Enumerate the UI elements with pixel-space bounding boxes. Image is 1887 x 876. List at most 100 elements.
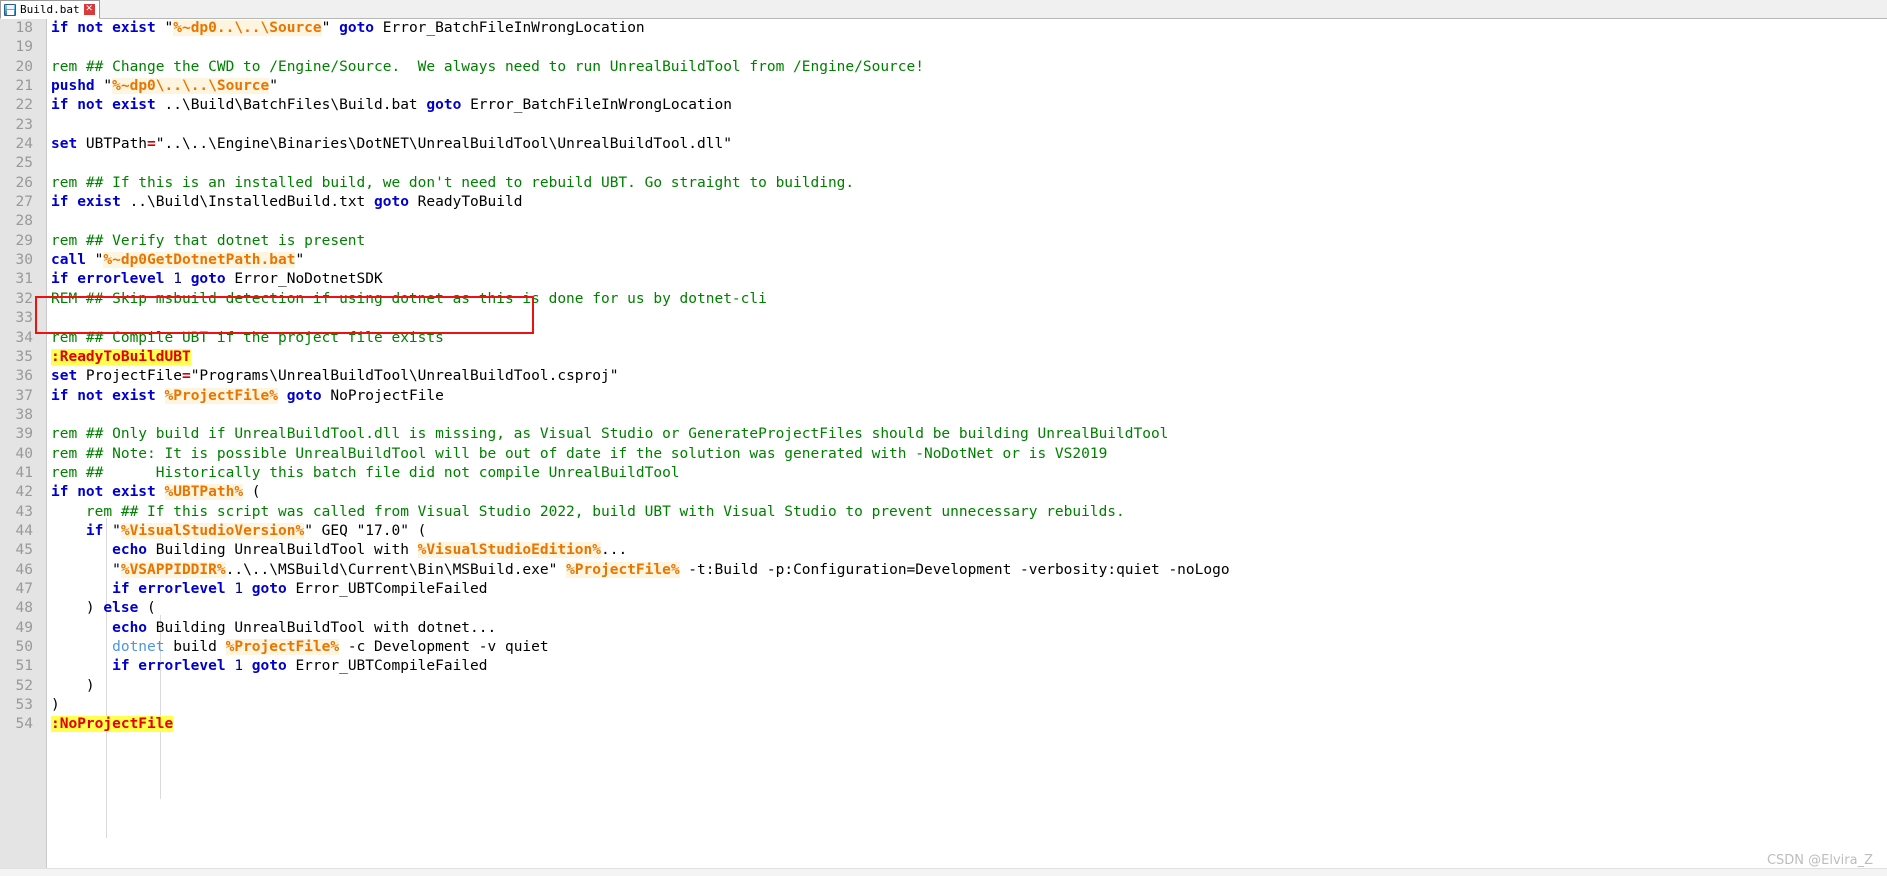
code-line[interactable]: 28 xyxy=(0,212,1887,231)
token-kw: goto xyxy=(374,194,418,211)
code-line[interactable]: 45 echo Building UnrealBuildTool with %V… xyxy=(0,541,1887,560)
code-line[interactable]: 38 xyxy=(0,406,1887,425)
token-plain: ..\Build\InstalledBuild.txt xyxy=(129,194,375,211)
code-line[interactable]: 32 REM ## Skip msbuild detection if using… xyxy=(0,290,1887,309)
code-line[interactable]: 21 pushd "%~dp0\..\..\Source" xyxy=(0,77,1887,96)
line-source[interactable]: ) xyxy=(40,677,1887,696)
line-source[interactable]: if not exist %UBTPath% ( xyxy=(40,483,1887,502)
line-source[interactable]: if not exist %ProjectFile% goto NoProjec… xyxy=(40,387,1887,406)
code-line[interactable]: 19 xyxy=(0,38,1887,57)
code-line[interactable]: 29 rem ## Verify that dotnet is present xyxy=(0,232,1887,251)
line-source[interactable]: rem ## Historically this batch file did … xyxy=(40,464,1887,483)
line-source[interactable]: rem ## If this script was called from Vi… xyxy=(40,503,1887,522)
code-line[interactable]: 27 if exist ..\Build\InstalledBuild.txt g… xyxy=(0,193,1887,212)
token-op: = xyxy=(147,136,156,153)
token-var: %UBTPath% xyxy=(164,484,244,501)
token-cmt: rem ## Change the CWD to /Engine/Source.… xyxy=(51,58,924,75)
code-line[interactable]: 26 rem ## If this is an installed build, … xyxy=(0,174,1887,193)
code-content[interactable]: 18 if not exist "%~dp0..\..\Source" goto … xyxy=(0,19,1887,735)
line-source[interactable]: echo Building UnrealBuildTool with %Visu… xyxy=(40,541,1887,560)
code-line[interactable]: 46 "%VSAPPIDDIR%..\..\MSBuild\Current\Bi… xyxy=(0,561,1887,580)
code-line[interactable]: 34 rem ## Compile UBT if the project file… xyxy=(0,329,1887,348)
code-editor[interactable]: 18 if not exist "%~dp0..\..\Source" goto … xyxy=(0,19,1887,876)
line-source[interactable]: if not exist "%~dp0..\..\Source" goto Er… xyxy=(40,19,1887,38)
code-line[interactable]: 48 ) else ( xyxy=(0,599,1887,618)
line-source[interactable]: if errorlevel 1 goto Error_UBTCompileFai… xyxy=(40,657,1887,676)
line-source[interactable]: if exist ..\Build\InstalledBuild.txt got… xyxy=(40,193,1887,212)
token-plain: ProjectFile xyxy=(85,368,182,385)
code-line[interactable]: 35:ReadyToBuildUBT xyxy=(0,348,1887,367)
code-line[interactable]: 47 if errorlevel 1 goto Error_UBTCompile… xyxy=(0,580,1887,599)
code-line[interactable]: 30 call "%~dp0GetDotnetPath.bat" xyxy=(0,251,1887,270)
line-source[interactable]: set ProjectFile="Programs\UnrealBuildToo… xyxy=(40,367,1887,386)
code-line[interactable]: 36 set ProjectFile="Programs\UnrealBuildT… xyxy=(0,367,1887,386)
horizontal-scrollbar[interactable] xyxy=(0,868,1887,876)
line-number: 26 xyxy=(15,174,33,191)
code-line[interactable]: 52 ) xyxy=(0,677,1887,696)
token-num: 1 xyxy=(234,580,252,597)
code-line[interactable]: 40 rem ## Note: It is possible UnrealBuil… xyxy=(0,445,1887,464)
token-plain: " xyxy=(321,20,340,36)
token-var: %ProjectFile% xyxy=(164,387,278,404)
code-line[interactable]: 44 if "%VisualStudioVersion%" GEQ "17.0"… xyxy=(0,522,1887,541)
code-line[interactable]: 41 rem ## Historically this batch file di… xyxy=(0,464,1887,483)
line-source[interactable]: echo Building UnrealBuildTool with dotne… xyxy=(40,619,1887,638)
code-line[interactable]: 23 xyxy=(0,116,1887,135)
line-source[interactable]: if "%VisualStudioVersion%" GEQ "17.0" ( xyxy=(40,522,1887,541)
line-number: 52 xyxy=(15,677,33,694)
code-line[interactable]: 39 rem ## Only build if UnrealBuildTool.d… xyxy=(0,425,1887,444)
line-source[interactable]: :ReadyToBuildUBT xyxy=(40,348,1887,367)
token-cmt: REM ## Skip msbuild detection if using d… xyxy=(51,290,767,307)
token-kw: if errorlevel xyxy=(112,658,235,675)
line-source[interactable]: rem ## Note: It is possible UnrealBuildT… xyxy=(40,445,1887,464)
line-source[interactable]: ) else ( xyxy=(40,599,1887,618)
code-line[interactable]: 51 if errorlevel 1 goto Error_UBTCompile… xyxy=(0,657,1887,676)
code-line[interactable]: 50 dotnet build %ProjectFile% -c Develop… xyxy=(0,638,1887,657)
token-plain: UBTPath xyxy=(85,136,148,153)
token-plain: Building UnrealBuildTool with dotnet... xyxy=(155,619,497,636)
code-line[interactable]: 25 xyxy=(0,154,1887,173)
token-kw: goto xyxy=(251,658,296,675)
line-number: 34 xyxy=(15,329,33,346)
line-source[interactable]: call "%~dp0GetDotnetPath.bat" xyxy=(40,251,1887,270)
code-line[interactable]: 54 :NoProjectFile xyxy=(0,715,1887,734)
code-line[interactable]: 24 set UBTPath="..\..\Engine\Binaries\Dot… xyxy=(0,135,1887,154)
line-source[interactable]: rem ## Change the CWD to /Engine/Source.… xyxy=(40,58,1887,77)
code-line[interactable]: 42 if not exist %UBTPath% ( xyxy=(0,483,1887,502)
code-line[interactable]: 37 if not exist %ProjectFile% goto NoProj… xyxy=(0,387,1887,406)
line-source[interactable]: set UBTPath="..\..\Engine\Binaries\DotNE… xyxy=(40,135,1887,154)
code-line[interactable]: 22 if not exist ..\Build\BatchFiles\Build… xyxy=(0,96,1887,115)
tab-build-bat[interactable]: Build.bat ✕ xyxy=(0,0,100,19)
token-plain: " xyxy=(51,561,121,578)
line-number: 54 xyxy=(15,716,33,733)
line-source[interactable]: if errorlevel 1 goto Error_NoDotnetSDK xyxy=(40,270,1887,289)
line-source[interactable]: if not exist ..\Build\BatchFiles\Build.b… xyxy=(40,96,1887,115)
token-kw: set xyxy=(51,368,86,385)
code-line[interactable]: 20 rem ## Change the CWD to /Engine/Sourc… xyxy=(0,58,1887,77)
code-line[interactable]: 49 echo Building UnrealBuildTool with do… xyxy=(0,619,1887,638)
line-number: 23 xyxy=(15,116,33,133)
code-line[interactable]: 43 rem ## If this script was called from… xyxy=(0,503,1887,522)
line-source[interactable]: if errorlevel 1 goto Error_UBTCompileFai… xyxy=(40,580,1887,599)
line-source[interactable]: rem ## Only build if UnrealBuildTool.dll… xyxy=(40,425,1887,444)
code-line[interactable]: 33 xyxy=(0,309,1887,328)
line-source[interactable]: :NoProjectFile xyxy=(40,715,1887,734)
code-line[interactable]: 53) xyxy=(0,696,1887,715)
line-number: 39 xyxy=(15,426,33,443)
line-source[interactable]: pushd "%~dp0\..\..\Source" xyxy=(40,77,1887,96)
line-number: 40 xyxy=(15,445,33,462)
line-source[interactable]: rem ## If this is an installed build, we… xyxy=(40,174,1887,193)
code-line[interactable]: 18 if not exist "%~dp0..\..\Source" goto … xyxy=(0,19,1887,38)
line-source[interactable]: rem ## Compile UBT if the project file e… xyxy=(40,329,1887,348)
line-number: 31 xyxy=(15,271,33,288)
token-var: %~dp0..\..\Source xyxy=(173,20,322,36)
code-line[interactable]: 31 if errorlevel 1 goto Error_NoDotnetSDK xyxy=(0,270,1887,289)
line-source[interactable]: "%VSAPPIDDIR%..\..\MSBuild\Current\Bin\M… xyxy=(40,561,1887,580)
line-source[interactable]: dotnet build %ProjectFile% -c Developmen… xyxy=(40,638,1887,657)
close-icon[interactable]: ✕ xyxy=(83,4,95,15)
line-source[interactable]: rem ## Verify that dotnet is present xyxy=(40,232,1887,251)
line-source[interactable]: ) xyxy=(40,696,1887,715)
line-source[interactable]: REM ## Skip msbuild detection if using d… xyxy=(40,290,1887,309)
token-plain: " xyxy=(103,78,113,95)
